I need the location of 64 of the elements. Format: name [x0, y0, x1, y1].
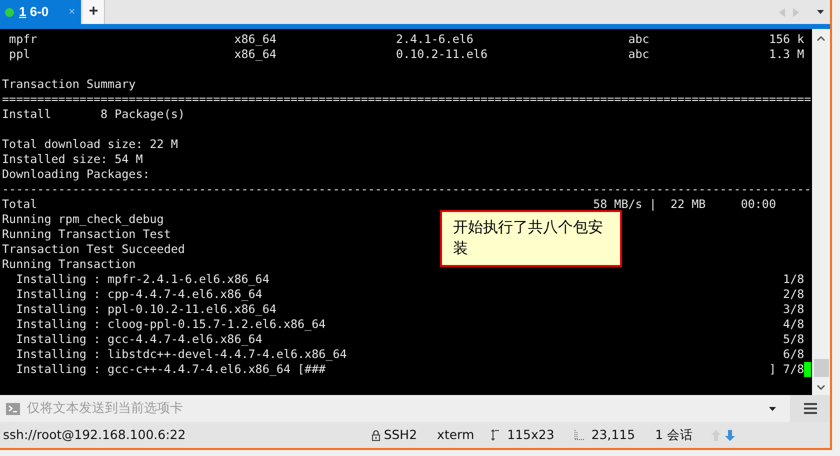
download-speed: 58 MB/s — [593, 197, 642, 212]
dropdown-icon[interactable] — [817, 10, 824, 14]
cursor-position-icon — [574, 430, 584, 440]
resize-icon — [491, 429, 500, 441]
step-counter: 3/8 — [783, 302, 804, 317]
total-label: Total — [2, 197, 38, 212]
download-size: 22 MB — [670, 197, 706, 212]
menu-icon[interactable] — [804, 403, 816, 414]
separator-text: | — [649, 197, 656, 212]
terminal-size-label: 115x23 — [507, 426, 554, 444]
step-counter: 5/8 — [783, 332, 804, 347]
scroll-thumb[interactable] — [814, 359, 828, 377]
install-step: Installing : cpp-4.4.7-4.el6.x86_64 — [16, 287, 262, 302]
new-tab-button[interactable]: + — [83, 0, 105, 24]
download-arrow-icon — [725, 430, 735, 440]
package-repo: abc — [628, 32, 650, 47]
download-time: 00:00 — [740, 197, 776, 212]
package-arch: x86_64 — [234, 32, 278, 47]
step-counter: 2/8 — [783, 287, 804, 302]
compose-field[interactable]: 仅将文本发送到当前选项卡 — [0, 395, 830, 422]
cursor-position-label: 23,115 — [591, 426, 636, 444]
step-counter: 4/8 — [783, 317, 804, 332]
terminal-line: Running Transaction Test — [2, 227, 171, 242]
close-tab-button[interactable]: × — [68, 4, 75, 20]
terminal-line: Running rpm_check_debug — [2, 212, 164, 227]
package-repo: abc — [628, 47, 650, 62]
protocol-label: SSH2 — [384, 426, 418, 444]
package-size: 1.3 M — [768, 47, 804, 62]
connection-address: ssh://root@192.168.100.6:22 — [3, 426, 186, 444]
terminal-line: Running Transaction — [2, 257, 136, 272]
lock-icon — [372, 430, 380, 440]
step-counter: 1/8 — [783, 272, 804, 287]
package-name: ppl — [8, 47, 32, 62]
install-step: Installing : libstdc++-devel-4.4.7-4.el6.x86_64 — [16, 347, 347, 362]
package-name: mpfr — [8, 32, 38, 47]
package-arch: x86_64 — [234, 47, 278, 62]
install-step: Installing : cloog-ppl-0.15.7-1.2.el6.x86_64 — [16, 317, 326, 332]
compose-input[interactable]: 仅将文本发送到当前选项卡 — [27, 398, 755, 418]
scroll-up-icon[interactable] — [817, 36, 825, 41]
terminal-line: Downloading Packages: — [2, 167, 150, 182]
callout-note: 开始执行了共八个包安装 — [440, 210, 622, 267]
step-counter: ] 7/8 — [768, 362, 804, 377]
terminal-prompt-icon — [6, 402, 20, 414]
package-version: 0.10.2-11.el6 — [396, 47, 489, 62]
install-step: Installing : mpfr-2.4.1-6.el6.x86_64 — [16, 272, 270, 287]
install-step: Installing : gcc-c++-4.4.7-4.el6.x86_64 [### — [16, 362, 326, 377]
terminal-line: ------------------------------------------------------------------------------------------------------------------- — [2, 182, 812, 197]
step-counter: 6/8 — [783, 347, 804, 362]
terminal-line: Transaction Test Succeeded — [2, 242, 185, 257]
terminal-type-label: xterm — [437, 426, 474, 444]
package-version: 2.4.1-6.el6 — [396, 32, 474, 47]
terminal-line: =================================================================================================================== — [2, 92, 812, 107]
terminal-line: Installed size: 54 M — [2, 152, 143, 167]
session-count-label: 1 会话 — [655, 426, 693, 444]
dropdown-icon[interactable] — [769, 406, 776, 410]
session-tab[interactable]: 1 6-0 × — [0, 0, 81, 24]
install-step: Installing : ppl-0.10.2-11.el6.x86_64 — [16, 302, 276, 317]
package-size: 156 k — [768, 32, 804, 47]
install-step: Installing : gcc-4.4.7-4.el6.x86_64 — [16, 332, 262, 347]
scroll-down-icon[interactable] — [817, 385, 825, 390]
terminal-line: Total download size: 22 M — [2, 137, 178, 152]
terminal-line: Transaction Summary — [2, 77, 136, 92]
terminal-line: Install 8 Package(s) — [2, 107, 185, 122]
scrollbar[interactable] — [812, 29, 830, 395]
